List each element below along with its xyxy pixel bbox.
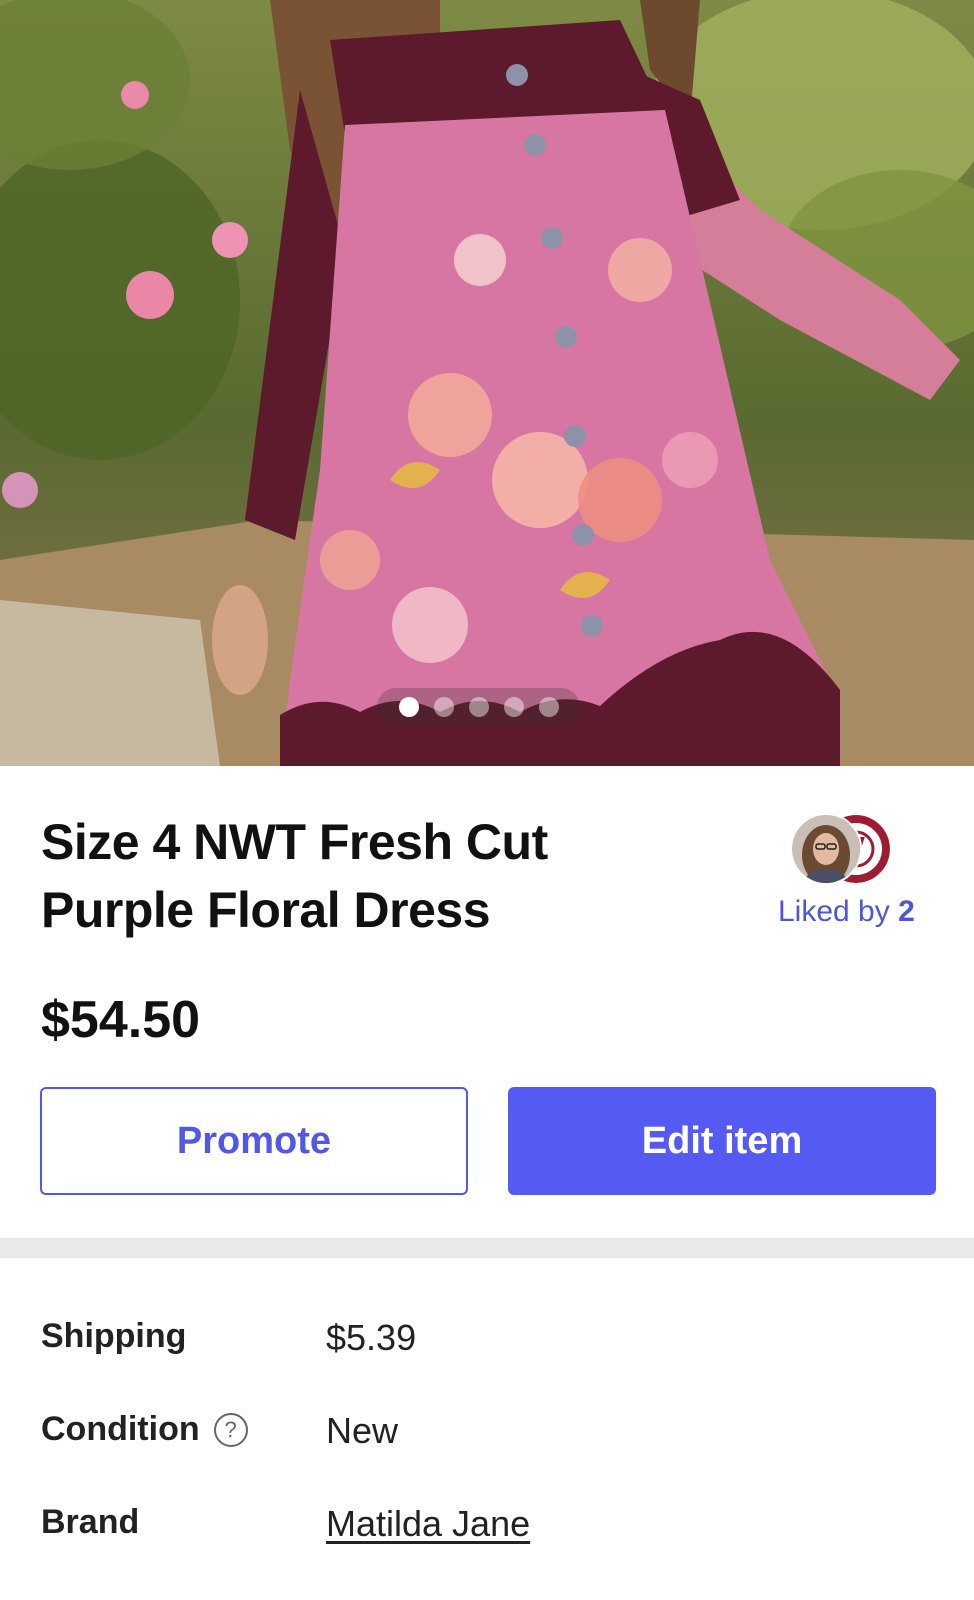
carousel-dot-1[interactable]	[398, 697, 419, 717]
brand-row: Brand Matilda Jane	[41, 1503, 941, 1563]
condition-row: Condition ? New	[41, 1410, 941, 1470]
help-circle-icon[interactable]: ?	[213, 1412, 248, 1447]
listing-title: Size 4 NWT Fresh Cut Purple Floral Dress	[41, 814, 548, 938]
dress-photo-illustration	[0, 0, 974, 766]
carousel-indicator[interactable]	[377, 688, 580, 726]
condition-label-group: Condition ?	[41, 1410, 248, 1449]
brand-label: Brand	[41, 1503, 140, 1541]
user-photo-icon	[792, 815, 860, 883]
condition-label: Condition	[41, 1410, 200, 1448]
liked-by-count: 2	[898, 895, 915, 928]
liked-by-link[interactable]: Liked by 2	[778, 895, 928, 929]
edit-item-button[interactable]: Edit item	[508, 1087, 936, 1195]
liked-by-label: Liked by	[778, 895, 890, 928]
promote-button[interactable]: Promote	[40, 1087, 468, 1195]
carousel-dot-2[interactable]	[433, 697, 454, 717]
shipping-label: Shipping	[41, 1317, 187, 1355]
condition-value: New	[326, 1410, 399, 1451]
carousel-dot-5[interactable]	[538, 697, 559, 717]
section-divider	[0, 1238, 974, 1258]
liker-avatar-user[interactable]	[790, 813, 862, 885]
brand-link[interactable]: Matilda Jane	[326, 1503, 530, 1545]
listing-price: $54.50	[41, 991, 201, 1049]
carousel-dot-4[interactable]	[503, 697, 524, 717]
shipping-value: $5.39	[326, 1317, 417, 1358]
shipping-row: Shipping $5.39	[41, 1317, 941, 1377]
product-photo[interactable]	[0, 0, 974, 766]
carousel-dot-3[interactable]	[468, 697, 489, 717]
liker-avatars[interactable]	[790, 813, 900, 885]
